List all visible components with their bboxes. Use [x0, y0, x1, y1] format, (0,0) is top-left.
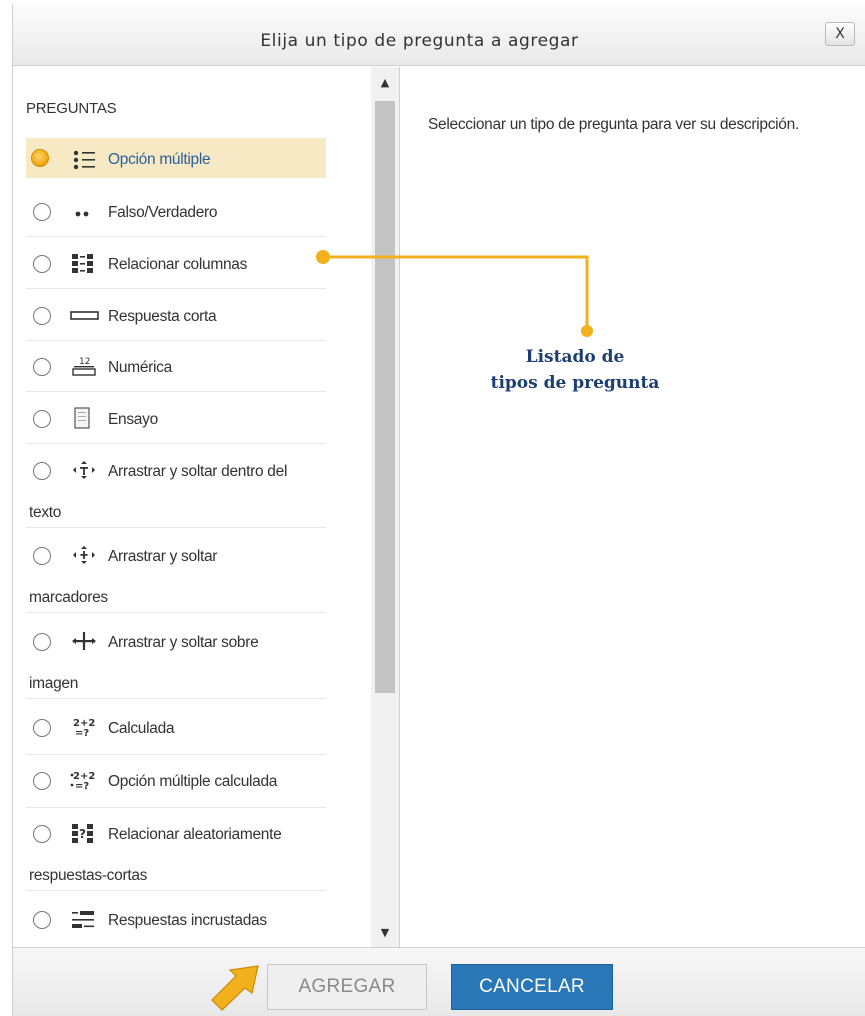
- radio-button[interactable]: [33, 307, 51, 325]
- question-type-label: Numérica: [108, 359, 172, 376]
- scrollbar-thumb[interactable]: [375, 101, 395, 693]
- radio-button[interactable]: [33, 719, 51, 737]
- radio-button[interactable]: [33, 358, 51, 376]
- question-type-label-continued: marcadores: [29, 589, 108, 606]
- svg-text:=?: =?: [75, 728, 89, 738]
- question-type-label: Respuesta corta: [108, 308, 217, 325]
- calculated-multichoice-icon: 2+2 =?: [70, 771, 95, 791]
- dialog-footer: AGREGAR CANCELAR: [13, 947, 865, 1016]
- calculated-icon: 2+2 =?: [73, 718, 95, 738]
- radio-button[interactable]: [33, 203, 51, 221]
- radio-selected[interactable]: [31, 149, 49, 167]
- radio-button[interactable]: [33, 825, 51, 843]
- radio-button[interactable]: [33, 911, 51, 929]
- question-type-label: Arrastrar y soltar: [108, 548, 218, 565]
- radio-button[interactable]: [33, 547, 51, 565]
- cancel-button[interactable]: CANCELAR: [451, 964, 613, 1010]
- dialog-titlebar: Elija un tipo de pregunta a agregar X: [13, 4, 865, 66]
- dialog-title: Elija un tipo de pregunta a agregar: [260, 31, 579, 51]
- question-type-label: Opción múltiple calculada: [108, 773, 278, 790]
- question-type-label: Ensayo: [108, 411, 158, 428]
- question-type-calculated[interactable]: 2+2 =? Calculada: [26, 713, 326, 755]
- question-type-label: Calculada: [108, 720, 175, 737]
- question-type-multianswer[interactable]: Respuestas incrustadas: [26, 905, 326, 943]
- question-type-label-continued: texto: [29, 504, 62, 521]
- question-type-essay[interactable]: Ensayo: [26, 404, 326, 444]
- matching-icon: [72, 254, 93, 273]
- svg-text:?: ?: [79, 827, 86, 841]
- question-type-randomsamatch[interactable]: ? Relacionar aleatoriamente respuestas-c…: [26, 819, 326, 891]
- question-type-ddmarker[interactable]: Arrastrar y soltar marcadores: [26, 541, 326, 613]
- question-type-label: Opción múltiple: [108, 151, 211, 168]
- radio-button[interactable]: [33, 633, 51, 651]
- short-answer-icon: [70, 311, 99, 320]
- close-button[interactable]: X: [825, 22, 855, 46]
- radio-button[interactable]: [33, 772, 51, 790]
- annotation-label: Listado de tipos de pregunta: [470, 344, 680, 396]
- embedded-answers-icon: [72, 911, 94, 928]
- question-type-label: Arrastrar y soltar dentro del: [108, 463, 288, 480]
- question-type-description: Seleccionar un tipo de pregunta para ver…: [428, 116, 799, 133]
- question-type-label: Falso/Verdadero: [108, 204, 218, 221]
- question-type-calculatedmulti[interactable]: 2+2 =? Opción múltiple calculada: [26, 766, 326, 808]
- drag-drop-text-icon: [73, 461, 95, 479]
- question-type-ddwtos[interactable]: Arrastrar y soltar dentro del texto: [26, 456, 326, 528]
- question-type-matching[interactable]: Relacionar columnas: [26, 249, 326, 289]
- questions-heading: PREGUNTAS: [26, 100, 117, 117]
- drag-drop-markers-icon: [73, 546, 95, 564]
- numerical-icon: 12: [72, 357, 96, 376]
- question-type-truefalse[interactable]: Falso/Verdadero: [26, 197, 326, 237]
- scroll-down-icon[interactable]: ▼: [371, 923, 399, 943]
- add-button[interactable]: AGREGAR: [267, 964, 427, 1010]
- svg-text:=?: =?: [75, 781, 89, 791]
- random-short-answer-matching-icon: ?: [72, 824, 93, 843]
- svg-text:12: 12: [79, 357, 90, 367]
- multiple-choice-icon: [73, 150, 95, 170]
- panel-divider: [399, 67, 400, 947]
- question-type-multichoice[interactable]: Opción múltiple: [26, 138, 326, 178]
- question-type-ddimageortext[interactable]: Arrastrar y soltar sobre imagen: [26, 627, 326, 699]
- question-type-label: Relacionar aleatoriamente: [108, 826, 282, 843]
- true-false-icon: [75, 211, 89, 217]
- question-type-numerical[interactable]: 12 Numérica: [26, 352, 326, 392]
- list-scrollbar[interactable]: ▲ ▼: [371, 67, 399, 947]
- radio-button[interactable]: [33, 410, 51, 428]
- radio-button[interactable]: [33, 255, 51, 273]
- essay-icon: [74, 407, 90, 429]
- annotation-line-2: tipos de pregunta: [490, 373, 660, 393]
- question-type-label-continued: imagen: [29, 675, 79, 692]
- question-type-label: Respuestas incrustadas: [108, 912, 267, 929]
- question-type-label: Arrastrar y soltar sobre: [108, 634, 259, 651]
- radio-button[interactable]: [33, 462, 51, 480]
- question-type-label: Relacionar columnas: [108, 256, 248, 273]
- question-type-label-continued: respuestas-cortas: [29, 867, 148, 884]
- question-type-shortanswer[interactable]: Respuesta corta: [26, 301, 326, 341]
- scroll-up-icon[interactable]: ▲: [371, 73, 399, 93]
- drag-drop-image-icon: [72, 632, 96, 650]
- annotation-line-1: Listado de: [525, 347, 625, 367]
